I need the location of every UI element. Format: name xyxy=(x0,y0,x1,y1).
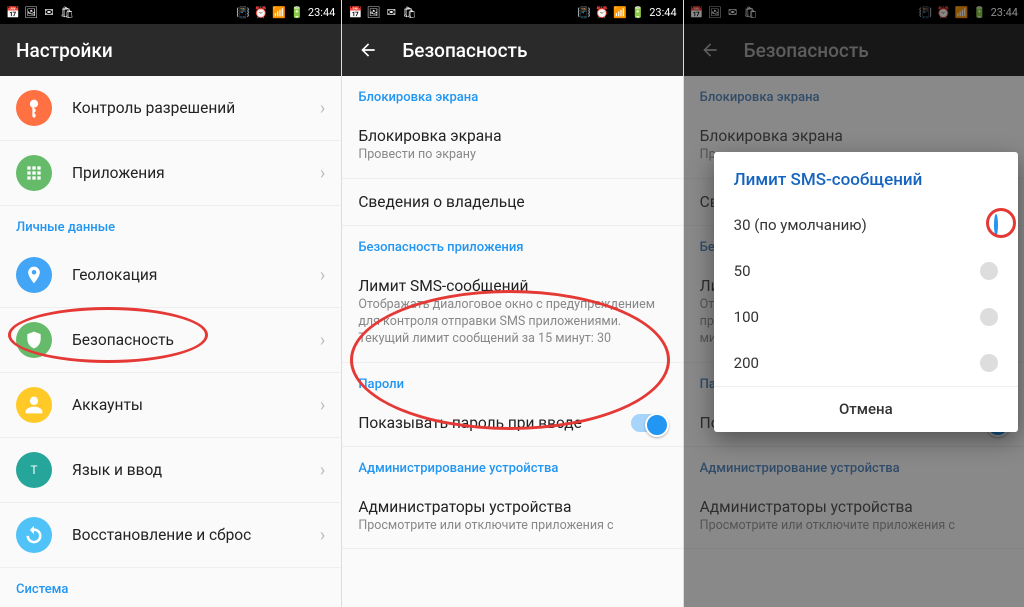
mail-icon: ✉ xyxy=(42,5,56,19)
vibrate-icon: 📳 xyxy=(236,5,250,19)
shield-icon xyxy=(16,322,52,358)
radio-icon xyxy=(980,354,998,372)
chevron-right-icon: › xyxy=(320,265,325,286)
dialog-title: Лимит SMS-сообщений xyxy=(714,152,1018,202)
highlight-circle xyxy=(986,208,1016,238)
item-permissions[interactable]: Контроль разрешений › xyxy=(0,76,341,141)
toolbar: Безопасность xyxy=(342,24,682,76)
key-icon xyxy=(16,90,52,126)
page-title: Настройки xyxy=(16,39,113,62)
chevron-right-icon: › xyxy=(320,330,325,351)
battery-icon: 🔋 xyxy=(290,5,304,19)
item-label: Приложения xyxy=(72,164,300,182)
chevron-right-icon: › xyxy=(320,525,325,546)
section-appsec: Безопасность приложения xyxy=(342,226,682,263)
section-system: Система xyxy=(0,568,341,605)
restore-icon xyxy=(16,517,52,553)
section-lock: Блокировка экрана xyxy=(342,76,682,113)
back-icon[interactable] xyxy=(358,40,378,60)
item-screenlock[interactable]: Блокировка экранаПровести по экрану xyxy=(342,113,682,179)
toggle-show-password[interactable] xyxy=(631,414,667,432)
section-personal: Личные данные xyxy=(0,206,341,243)
store-icon: 🛍 xyxy=(60,5,74,19)
user-icon xyxy=(16,387,52,423)
status-bar: 📅🖼✉🛍 📳⏰📶🔋23:44 xyxy=(342,0,682,24)
page-title: Безопасность xyxy=(402,39,527,62)
calendar-icon: 📅 xyxy=(6,5,20,19)
section-passwords: Пароли xyxy=(342,363,682,400)
item-sms-limit[interactable]: Лимит SMS-сообщенийОтображать диалоговое… xyxy=(342,263,682,363)
item-restore[interactable]: Восстановление и сброс › xyxy=(0,503,341,568)
item-admins[interactable]: Администраторы устройстваПросмотрите или… xyxy=(342,484,682,550)
item-label: Аккаунты xyxy=(72,396,300,414)
toolbar: Настройки xyxy=(0,24,341,76)
option-200[interactable]: 200 xyxy=(714,340,1018,386)
section-admin: Администрирование устройства xyxy=(342,447,682,484)
item-owner[interactable]: Сведения о владельце xyxy=(342,179,682,226)
radio-icon xyxy=(980,262,998,280)
item-show-password[interactable]: Показывать пароль при вводе xyxy=(342,400,682,447)
chevron-right-icon: › xyxy=(320,395,325,416)
wifi-icon: 📶 xyxy=(272,5,286,19)
language-icon: T xyxy=(16,452,52,488)
status-time: 23:44 xyxy=(308,6,335,19)
radio-icon xyxy=(980,308,998,326)
item-security[interactable]: Безопасность › xyxy=(0,308,341,373)
gallery-icon: 🖼 xyxy=(24,5,38,19)
item-label: Геолокация xyxy=(72,266,300,284)
item-label: Контроль разрешений xyxy=(72,99,300,117)
option-100[interactable]: 100 xyxy=(714,294,1018,340)
svg-text:T: T xyxy=(31,463,38,477)
item-apps[interactable]: Приложения › xyxy=(0,141,341,206)
item-label: Язык и ввод xyxy=(72,461,300,479)
option-30[interactable]: 30 (по умолчанию) xyxy=(714,202,1018,248)
chevron-right-icon: › xyxy=(320,98,325,119)
chevron-right-icon: › xyxy=(320,460,325,481)
item-language[interactable]: T Язык и ввод › xyxy=(0,438,341,503)
apps-icon xyxy=(16,155,52,191)
chevron-right-icon: › xyxy=(320,163,325,184)
option-50[interactable]: 50 xyxy=(714,248,1018,294)
sms-limit-dialog: Лимит SMS-сообщений 30 (по умолчанию) 50… xyxy=(714,152,1018,432)
alarm-icon: ⏰ xyxy=(254,5,268,19)
pin-icon xyxy=(16,257,52,293)
item-location[interactable]: Геолокация › xyxy=(0,243,341,308)
item-label: Безопасность xyxy=(72,331,300,349)
status-bar: 📅 🖼 ✉ 🛍 📳 ⏰ 📶 🔋 23:44 xyxy=(0,0,341,24)
item-accounts[interactable]: Аккаунты › xyxy=(0,373,341,438)
cancel-button[interactable]: Отмена xyxy=(839,400,893,418)
item-label: Восстановление и сброс xyxy=(72,526,300,544)
